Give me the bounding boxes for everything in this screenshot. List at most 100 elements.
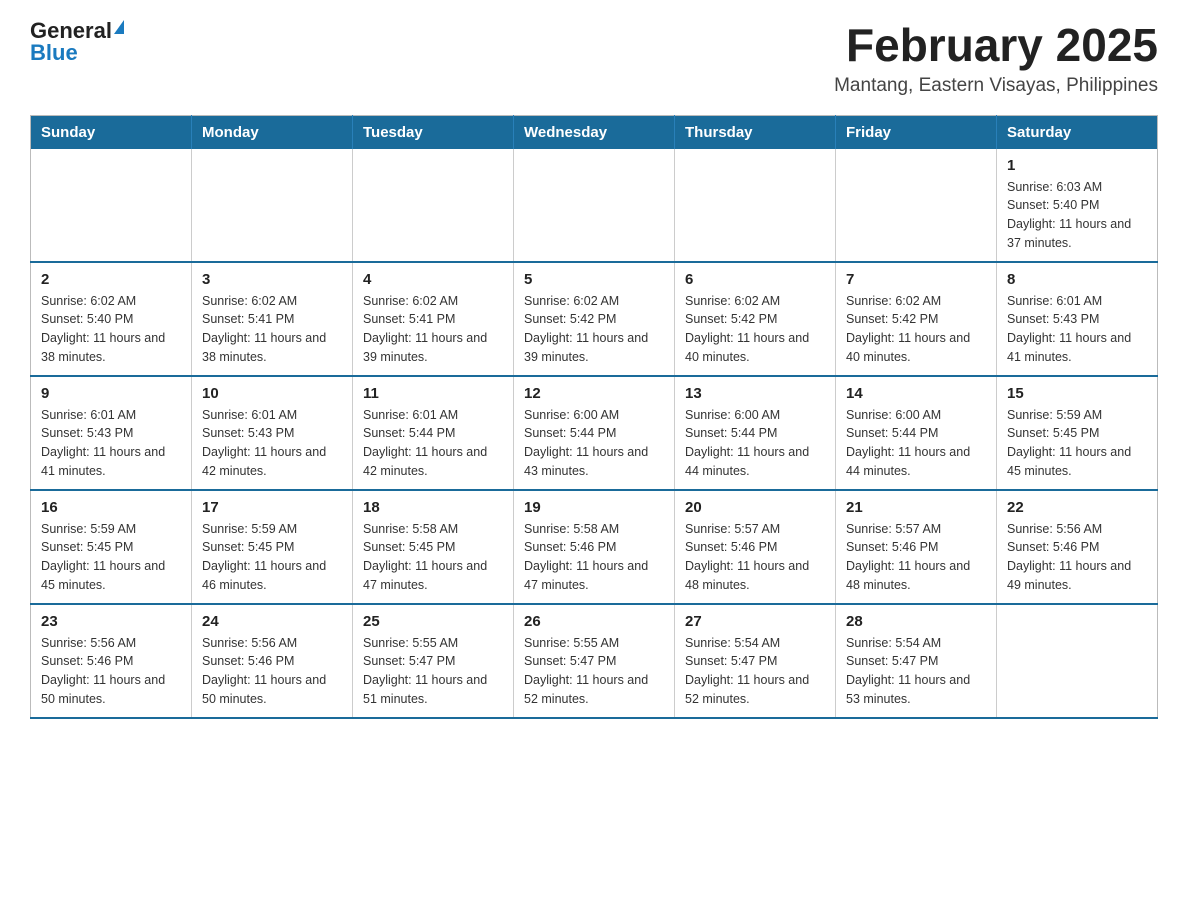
day-number: 24 bbox=[202, 613, 342, 630]
day-info: Sunrise: 6:02 AMSunset: 5:41 PMDaylight:… bbox=[363, 292, 503, 367]
day-number: 19 bbox=[524, 499, 664, 516]
day-info: Sunrise: 5:59 AMSunset: 5:45 PMDaylight:… bbox=[41, 520, 181, 595]
day-number: 8 bbox=[1007, 271, 1147, 288]
month-title: February 2025 bbox=[834, 20, 1158, 71]
day-number: 13 bbox=[685, 385, 825, 402]
day-number: 10 bbox=[202, 385, 342, 402]
day-number: 20 bbox=[685, 499, 825, 516]
weekday-header-thursday: Thursday bbox=[675, 115, 836, 149]
day-info: Sunrise: 6:01 AMSunset: 5:43 PMDaylight:… bbox=[202, 406, 342, 481]
day-cell: 3 Sunrise: 6:02 AMSunset: 5:41 PMDaylight… bbox=[192, 262, 353, 376]
weekday-header-row: SundayMondayTuesdayWednesdayThursdayFrid… bbox=[31, 115, 1158, 149]
day-cell: 14 Sunrise: 6:00 AMSunset: 5:44 PMDayligh… bbox=[836, 376, 997, 490]
day-info: Sunrise: 6:00 AMSunset: 5:44 PMDaylight:… bbox=[524, 406, 664, 481]
day-cell bbox=[836, 149, 997, 262]
day-info: Sunrise: 6:03 AMSunset: 5:40 PMDaylight:… bbox=[1007, 178, 1147, 253]
day-cell: 18Sunrise: 5:58 AMSunset: 5:45 PMDayligh… bbox=[353, 490, 514, 604]
day-info: Sunrise: 6:02 AMSunset: 5:40 PMDaylight:… bbox=[41, 292, 181, 367]
week-row-2: 2Sunrise: 6:02 AMSunset: 5:40 PMDaylight… bbox=[31, 262, 1158, 376]
week-row-3: 9 Sunrise: 6:01 AMSunset: 5:43 PMDaylight… bbox=[31, 376, 1158, 490]
day-cell: 27 Sunrise: 5:54 AMSunset: 5:47 PMDayligh… bbox=[675, 604, 836, 718]
day-info: Sunrise: 6:01 AMSunset: 5:43 PMDaylight:… bbox=[1007, 292, 1147, 367]
day-info: Sunrise: 5:56 AMSunset: 5:46 PMDaylight:… bbox=[202, 634, 342, 709]
day-info: Sunrise: 5:54 AMSunset: 5:47 PMDaylight:… bbox=[685, 634, 825, 709]
day-cell: 25 Sunrise: 5:55 AMSunset: 5:47 PMDayligh… bbox=[353, 604, 514, 718]
day-cell: 16Sunrise: 5:59 AMSunset: 5:45 PMDayligh… bbox=[31, 490, 192, 604]
day-info: Sunrise: 5:56 AMSunset: 5:46 PMDaylight:… bbox=[41, 634, 181, 709]
day-info: Sunrise: 5:57 AMSunset: 5:46 PMDaylight:… bbox=[846, 520, 986, 595]
day-cell: 4 Sunrise: 6:02 AMSunset: 5:41 PMDaylight… bbox=[353, 262, 514, 376]
day-cell: 26Sunrise: 5:55 AMSunset: 5:47 PMDayligh… bbox=[514, 604, 675, 718]
day-info: Sunrise: 5:57 AMSunset: 5:46 PMDaylight:… bbox=[685, 520, 825, 595]
day-number: 1 bbox=[1007, 157, 1147, 174]
week-row-5: 23 Sunrise: 5:56 AMSunset: 5:46 PMDayligh… bbox=[31, 604, 1158, 718]
day-cell: 22 Sunrise: 5:56 AMSunset: 5:46 PMDayligh… bbox=[997, 490, 1158, 604]
day-number: 23 bbox=[41, 613, 181, 630]
day-info: Sunrise: 5:59 AMSunset: 5:45 PMDaylight:… bbox=[202, 520, 342, 595]
day-number: 21 bbox=[846, 499, 986, 516]
weekday-header-friday: Friday bbox=[836, 115, 997, 149]
day-cell: 7 Sunrise: 6:02 AMSunset: 5:42 PMDaylight… bbox=[836, 262, 997, 376]
day-number: 15 bbox=[1007, 385, 1147, 402]
day-info: Sunrise: 6:02 AMSunset: 5:41 PMDaylight:… bbox=[202, 292, 342, 367]
day-info: Sunrise: 6:02 AMSunset: 5:42 PMDaylight:… bbox=[685, 292, 825, 367]
day-cell bbox=[192, 149, 353, 262]
day-cell: 19 Sunrise: 5:58 AMSunset: 5:46 PMDayligh… bbox=[514, 490, 675, 604]
day-cell: 13 Sunrise: 6:00 AMSunset: 5:44 PMDayligh… bbox=[675, 376, 836, 490]
day-info: Sunrise: 5:59 AMSunset: 5:45 PMDaylight:… bbox=[1007, 406, 1147, 481]
day-cell: 12 Sunrise: 6:00 AMSunset: 5:44 PMDayligh… bbox=[514, 376, 675, 490]
day-info: Sunrise: 5:55 AMSunset: 5:47 PMDaylight:… bbox=[363, 634, 503, 709]
day-cell: 5 Sunrise: 6:02 AMSunset: 5:42 PMDaylight… bbox=[514, 262, 675, 376]
day-number: 14 bbox=[846, 385, 986, 402]
day-info: Sunrise: 6:00 AMSunset: 5:44 PMDaylight:… bbox=[846, 406, 986, 481]
logo-general-text: General bbox=[30, 20, 112, 42]
day-info: Sunrise: 6:02 AMSunset: 5:42 PMDaylight:… bbox=[846, 292, 986, 367]
day-number: 7 bbox=[846, 271, 986, 288]
day-number: 12 bbox=[524, 385, 664, 402]
day-cell: 8 Sunrise: 6:01 AMSunset: 5:43 PMDaylight… bbox=[997, 262, 1158, 376]
day-cell bbox=[997, 604, 1158, 718]
weekday-header-saturday: Saturday bbox=[997, 115, 1158, 149]
day-cell bbox=[353, 149, 514, 262]
day-cell: 28 Sunrise: 5:54 AMSunset: 5:47 PMDayligh… bbox=[836, 604, 997, 718]
logo-blue-text: Blue bbox=[30, 42, 78, 64]
day-cell bbox=[31, 149, 192, 262]
day-cell bbox=[514, 149, 675, 262]
day-number: 22 bbox=[1007, 499, 1147, 516]
day-cell: 11Sunrise: 6:01 AMSunset: 5:44 PMDayligh… bbox=[353, 376, 514, 490]
weekday-header-wednesday: Wednesday bbox=[514, 115, 675, 149]
day-number: 6 bbox=[685, 271, 825, 288]
day-number: 27 bbox=[685, 613, 825, 630]
weekday-header-sunday: Sunday bbox=[31, 115, 192, 149]
day-cell: 24 Sunrise: 5:56 AMSunset: 5:46 PMDayligh… bbox=[192, 604, 353, 718]
day-number: 11 bbox=[363, 385, 503, 402]
day-cell: 6 Sunrise: 6:02 AMSunset: 5:42 PMDaylight… bbox=[675, 262, 836, 376]
day-number: 3 bbox=[202, 271, 342, 288]
day-cell: 23 Sunrise: 5:56 AMSunset: 5:46 PMDayligh… bbox=[31, 604, 192, 718]
day-info: Sunrise: 6:01 AMSunset: 5:43 PMDaylight:… bbox=[41, 406, 181, 481]
day-info: Sunrise: 5:58 AMSunset: 5:46 PMDaylight:… bbox=[524, 520, 664, 595]
day-cell bbox=[675, 149, 836, 262]
day-info: Sunrise: 6:00 AMSunset: 5:44 PMDaylight:… bbox=[685, 406, 825, 481]
day-number: 25 bbox=[363, 613, 503, 630]
logo-arrow-icon bbox=[114, 20, 124, 34]
day-number: 18 bbox=[363, 499, 503, 516]
logo: General Blue bbox=[30, 20, 124, 64]
day-cell: 9 Sunrise: 6:01 AMSunset: 5:43 PMDaylight… bbox=[31, 376, 192, 490]
day-cell: 15 Sunrise: 5:59 AMSunset: 5:45 PMDayligh… bbox=[997, 376, 1158, 490]
page-header: General Blue February 2025 Mantang, East… bbox=[30, 20, 1158, 97]
day-info: Sunrise: 5:54 AMSunset: 5:47 PMDaylight:… bbox=[846, 634, 986, 709]
day-number: 5 bbox=[524, 271, 664, 288]
day-number: 4 bbox=[363, 271, 503, 288]
day-number: 9 bbox=[41, 385, 181, 402]
weekday-header-tuesday: Tuesday bbox=[353, 115, 514, 149]
day-info: Sunrise: 5:56 AMSunset: 5:46 PMDaylight:… bbox=[1007, 520, 1147, 595]
day-cell: 21 Sunrise: 5:57 AMSunset: 5:46 PMDayligh… bbox=[836, 490, 997, 604]
location-title: Mantang, Eastern Visayas, Philippines bbox=[834, 75, 1158, 97]
week-row-4: 16Sunrise: 5:59 AMSunset: 5:45 PMDayligh… bbox=[31, 490, 1158, 604]
day-number: 28 bbox=[846, 613, 986, 630]
day-info: Sunrise: 6:02 AMSunset: 5:42 PMDaylight:… bbox=[524, 292, 664, 367]
calendar-table: SundayMondayTuesdayWednesdayThursdayFrid… bbox=[30, 115, 1158, 719]
day-cell: 2Sunrise: 6:02 AMSunset: 5:40 PMDaylight… bbox=[31, 262, 192, 376]
day-info: Sunrise: 5:55 AMSunset: 5:47 PMDaylight:… bbox=[524, 634, 664, 709]
